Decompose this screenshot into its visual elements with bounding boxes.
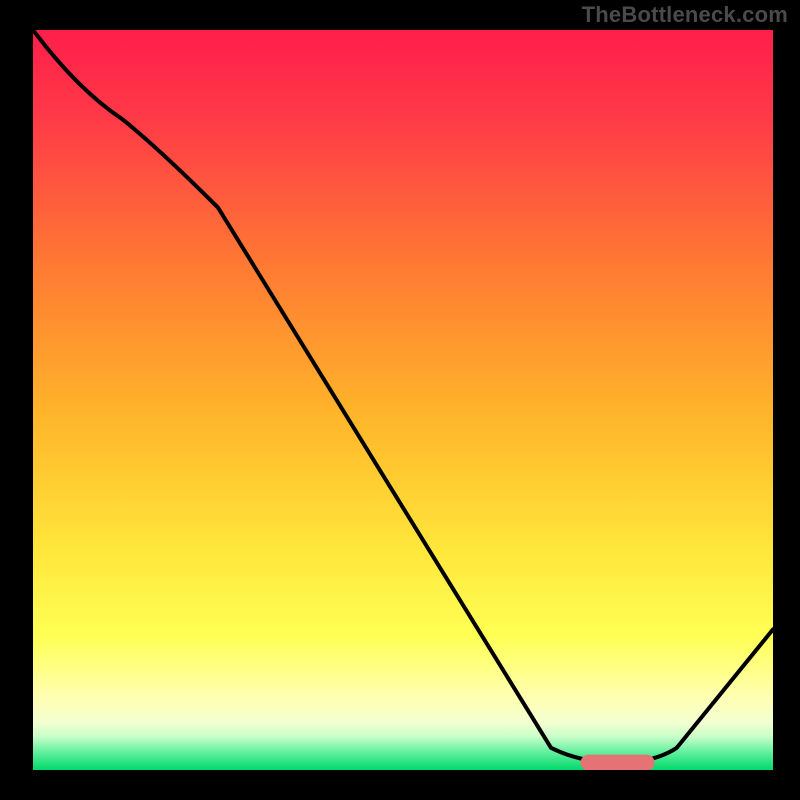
chart-frame: TheBottleneck.com [0,0,800,800]
gradient-background [33,30,773,770]
optimal-range-marker [581,755,655,770]
plot-area [33,30,773,770]
plot-svg [33,30,773,770]
watermark-text: TheBottleneck.com [582,2,788,28]
